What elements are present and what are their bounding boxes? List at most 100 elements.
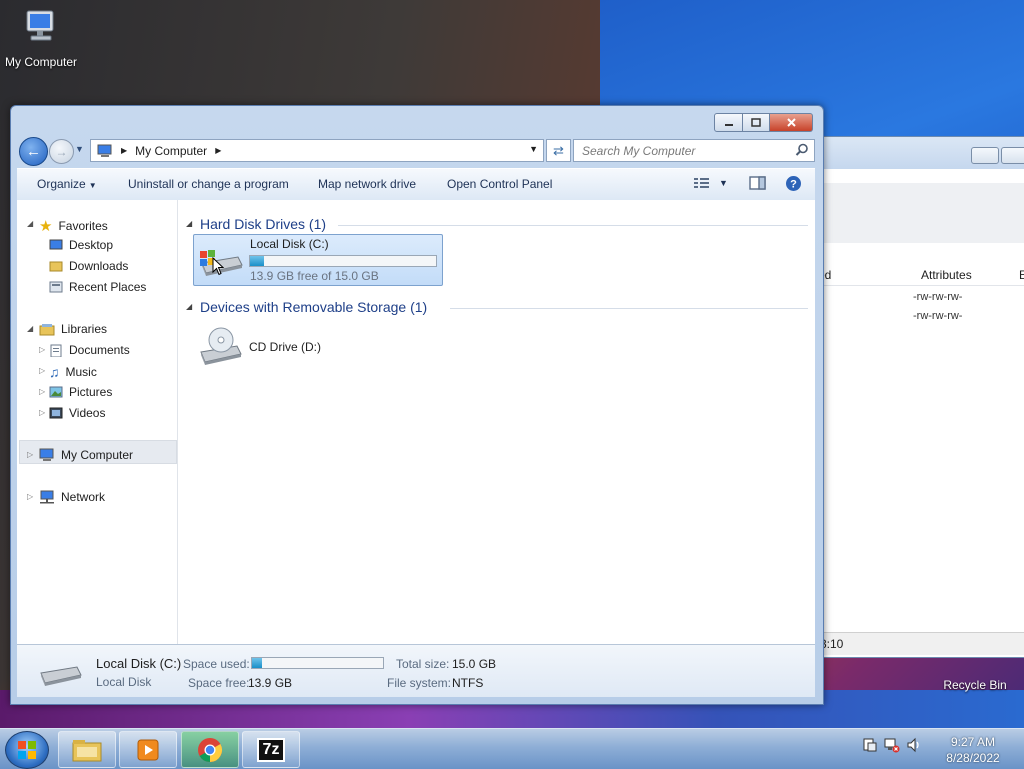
background-window[interactable]: ed Attributes E -rw-rw-rw- -rw-rw-rw- 3:… — [815, 136, 1024, 658]
libraries-icon — [39, 323, 55, 335]
desktop-icon-recycle-bin[interactable]: Recycle Bin — [938, 660, 1012, 692]
nav-downloads[interactable]: Downloads — [49, 259, 128, 273]
tree-expand-libraries[interactable]: ◢ — [27, 324, 33, 333]
background-column-header: ed Attributes E — [816, 265, 1024, 286]
tree-expand-music[interactable]: ▷ — [39, 366, 45, 375]
background-maximize-button[interactable] — [1001, 147, 1024, 164]
organize-label: Organize — [37, 177, 86, 191]
close-icon — [786, 118, 796, 127]
windows-logo-icon — [18, 741, 36, 759]
chevron-right-icon[interactable]: ▶ — [215, 146, 221, 155]
nav-pictures[interactable]: Pictures — [49, 385, 112, 399]
column-header-next[interactable]: E — [1019, 268, 1024, 282]
maximize-button[interactable] — [743, 113, 770, 132]
nav-label: Favorites — [58, 219, 108, 233]
network-icon — [40, 490, 54, 504]
nav-music[interactable]: ♫ Music — [49, 364, 97, 380]
tree-expand-documents[interactable]: ▷ — [39, 345, 45, 354]
start-button[interactable] — [5, 731, 49, 769]
breadcrumb-my-computer[interactable]: My Computer — [135, 144, 207, 158]
action-center-icon[interactable] — [862, 737, 878, 753]
group-header-removable-storage[interactable]: Devices with Removable Storage (1) — [200, 299, 427, 315]
map-network-drive-button[interactable]: Map network drive — [318, 177, 416, 191]
taskbar-chrome[interactable] — [181, 731, 239, 768]
view-options-dropdown[interactable]: ▼ — [719, 178, 728, 188]
group-header-hard-disk-drives[interactable]: Hard Disk Drives (1) — [200, 216, 326, 232]
computer-icon — [97, 144, 112, 157]
taskbar: 7z 9:27 AM 8/28/2022 — [0, 728, 1024, 769]
details-space-free-value: 13.9 GB — [248, 676, 293, 690]
star-icon: ★ — [39, 218, 53, 235]
taskbar-explorer[interactable] — [58, 731, 116, 768]
nav-favorites[interactable]: ★ Favorites — [39, 217, 108, 235]
collapse-group-icon[interactable]: ◢ — [186, 219, 192, 228]
nav-videos[interactable]: Videos — [49, 406, 105, 420]
background-minimize-button[interactable] — [971, 147, 999, 164]
details-total-size-label: Total size: — [396, 657, 450, 671]
taskbar-media-player[interactable] — [119, 731, 177, 768]
drive-c-free-space: 13.9 GB free of 15.0 GB — [250, 269, 379, 283]
nav-libraries[interactable]: Libraries — [39, 322, 107, 336]
drive-c-item[interactable]: Local Disk (C:) 13.9 GB free of 15.0 GB — [193, 234, 443, 286]
collapse-group-icon[interactable]: ◢ — [186, 302, 192, 311]
address-bar[interactable]: ▶ My Computer ▶ ▼ — [90, 139, 544, 162]
details-total-size-value: 15.0 GB — [452, 657, 497, 671]
navigation-pane[interactable]: ◢ ★ Favorites Desktop Downloads Recent P… — [17, 200, 178, 644]
recent-pages-dropdown[interactable]: ▼ — [75, 144, 84, 154]
tree-expand-computer[interactable]: ▷ — [27, 450, 33, 459]
clock-date: 8/28/2022 — [946, 751, 1000, 765]
file-list-pane[interactable]: ◢ Hard Disk Drives (1) Local Disk (C:) 1… — [178, 200, 815, 644]
open-control-panel-button[interactable]: Open Control Panel — [447, 177, 552, 191]
column-header-attributes[interactable]: Attributes — [921, 268, 972, 282]
tree-expand-pictures[interactable]: ▷ — [39, 387, 45, 396]
volume-icon[interactable] — [906, 737, 922, 753]
taskbar-7zip[interactable]: 7z — [242, 731, 300, 768]
explorer-window[interactable]: ← → ▼ ▶ My Computer ▶ ▼ ⇄ Search My Comp… — [10, 105, 824, 705]
list-item[interactable]: -rw-rw-rw- — [913, 310, 962, 322]
drive-d-item[interactable]: CD Drive (D:) — [193, 320, 353, 370]
details-drive-type: Local Disk — [96, 675, 152, 689]
nav-label: Pictures — [69, 385, 113, 399]
nav-my-computer[interactable]: My Computer — [39, 448, 133, 462]
tree-expand-favorites[interactable]: ◢ — [27, 219, 33, 228]
network-warning-icon[interactable] — [884, 737, 900, 753]
nav-documents[interactable]: Documents — [49, 343, 130, 357]
tree-expand-network[interactable]: ▷ — [27, 492, 33, 501]
search-input[interactable] — [580, 143, 784, 159]
close-button[interactable] — [770, 113, 813, 132]
nav-network[interactable]: Network — [39, 490, 105, 504]
back-button[interactable]: ← — [19, 137, 48, 166]
nav-desktop[interactable]: Desktop — [49, 238, 113, 252]
taskbar-clock[interactable]: 9:27 AM 8/28/2022 — [940, 734, 1006, 766]
arrow-left-icon: ← — [26, 143, 41, 160]
search-box[interactable] — [573, 139, 815, 162]
tree-expand-videos[interactable]: ▷ — [39, 408, 45, 417]
hard-drive-icon — [40, 666, 82, 686]
search-icon[interactable] — [795, 143, 809, 157]
desktop-icon-label: My Computer — [4, 55, 78, 69]
usage-bar-fill — [250, 256, 264, 266]
refresh-button[interactable]: ⇄ — [546, 139, 571, 162]
details-file-system-label: File system: — [387, 676, 452, 690]
organize-button[interactable]: Organize ▼ — [37, 177, 97, 191]
change-view-button[interactable] — [693, 176, 711, 193]
help-button[interactable]: ? — [785, 175, 802, 195]
nav-label: Music — [65, 365, 97, 379]
nav-label: Documents — [69, 343, 130, 357]
forward-button[interactable]: → — [49, 139, 74, 164]
desktop-icon-my-computer[interactable]: My Computer — [2, 8, 80, 69]
address-dropdown[interactable]: ▼ — [529, 144, 538, 154]
chevron-right-icon[interactable]: ▶ — [121, 146, 127, 155]
nav-label: Videos — [69, 406, 106, 420]
command-bar: Organize ▼ Uninstall or change a program … — [17, 168, 815, 201]
nav-recent-places[interactable]: Recent Places — [49, 280, 146, 294]
preview-pane-button[interactable] — [749, 176, 766, 193]
minimize-button[interactable] — [714, 113, 743, 132]
list-item[interactable]: -rw-rw-rw- — [913, 291, 962, 303]
nav-label: Libraries — [61, 322, 108, 336]
svg-text:?: ? — [790, 179, 797, 191]
uninstall-program-button[interactable]: Uninstall or change a program — [128, 177, 289, 191]
content-area: ◢ ★ Favorites Desktop Downloads Recent P… — [17, 200, 815, 644]
window-controls — [714, 113, 813, 132]
preview-pane-icon — [749, 176, 766, 190]
